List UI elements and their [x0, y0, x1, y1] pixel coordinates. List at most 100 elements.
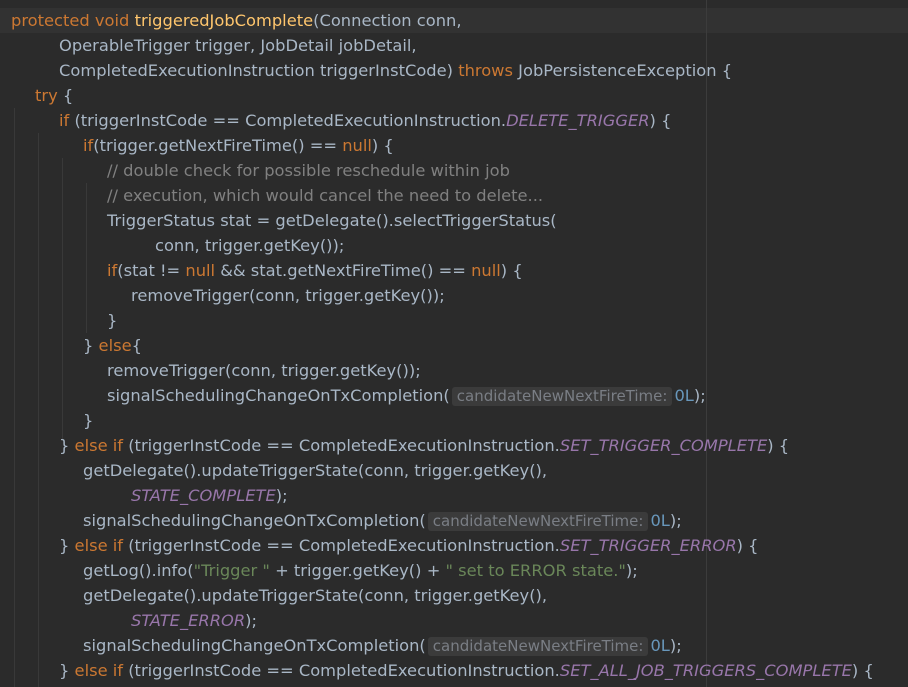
code-token: (triggerInstCode == CompletedExecutionIn…: [123, 436, 560, 455]
code-line[interactable]: } else if (triggerInstCode == CompletedE…: [59, 433, 789, 458]
code-token: }: [59, 661, 75, 680]
code-line[interactable]: removeTrigger(conn, trigger.getKey());: [131, 283, 445, 308]
code-token: ) {: [371, 136, 394, 155]
code-token: );: [669, 511, 682, 530]
code-token: getDelegate().updateTriggerState(conn, t…: [83, 461, 548, 480]
code-token: ) {: [649, 111, 672, 130]
right-margin-guide: [706, 0, 707, 687]
code-token: throws: [458, 61, 513, 80]
code-token: ) {: [500, 261, 523, 280]
code-token: removeTrigger(conn, trigger.getKey());: [131, 286, 445, 305]
code-line[interactable]: signalSchedulingChangeOnTxCompletion(can…: [83, 633, 682, 658]
code-token: STATE_COMPLETE: [131, 486, 276, 505]
indent-guide: [86, 183, 87, 333]
code-token: else if: [74, 436, 124, 455]
code-token: "Trigger ": [193, 561, 270, 580]
code-line[interactable]: if(trigger.getNextFireTime() == null) {: [83, 133, 394, 158]
code-token: SET_ALL_JOB_TRIGGERS_COMPLETE: [559, 661, 852, 680]
code-line[interactable]: } else{: [83, 333, 142, 358]
code-line[interactable]: OperableTrigger trigger, JobDetail jobDe…: [59, 33, 417, 58]
code-token: ) {: [851, 661, 874, 680]
code-line[interactable]: STATE_COMPLETE);: [131, 483, 288, 508]
parameter-hint: candidateNewNextFireTime:: [451, 387, 673, 406]
code-token: DELETE_TRIGGER: [506, 111, 650, 130]
code-token: 0L: [674, 386, 694, 405]
code-token: (triggerInstCode == CompletedExecutionIn…: [123, 661, 560, 680]
code-line[interactable]: CompletedExecutionInstruction triggerIns…: [59, 58, 732, 83]
code-token: && stat.getNextFireTime() ==: [215, 261, 472, 280]
code-token: }: [83, 336, 99, 355]
code-line[interactable]: try {: [35, 83, 73, 108]
code-token: else if: [74, 536, 124, 555]
code-token: protected: [11, 11, 90, 30]
code-token: SET_TRIGGER_COMPLETE: [559, 436, 768, 455]
code-token: (triggerInstCode == CompletedExecutionIn…: [123, 536, 560, 555]
code-line[interactable]: signalSchedulingChangeOnTxCompletion(can…: [83, 508, 682, 533]
code-token: // double check for possible reschedule …: [107, 161, 510, 180]
code-line[interactable]: removeTrigger(conn, trigger.getKey());: [107, 358, 421, 383]
code-token: null: [185, 261, 216, 280]
code-token: else if: [74, 661, 124, 680]
code-token: signalSchedulingChangeOnTxCompletion(: [83, 636, 426, 655]
code-line[interactable]: if (triggerInstCode == CompletedExecutio…: [59, 108, 671, 133]
code-token: (triggerInstCode == CompletedExecutionIn…: [69, 111, 507, 130]
code-line[interactable]: // execution, which would cancel the nee…: [107, 183, 543, 208]
code-line[interactable]: // double check for possible reschedule …: [107, 158, 510, 183]
code-token: }: [59, 536, 75, 555]
code-token: );: [625, 561, 638, 580]
parameter-hint: candidateNewNextFireTime:: [427, 512, 649, 531]
code-token: else: [98, 336, 132, 355]
indent-guide: [14, 108, 15, 687]
code-token: " set to ERROR state.": [445, 561, 626, 580]
code-token: void: [94, 11, 130, 30]
parameter-hint: candidateNewNextFireTime:: [427, 637, 649, 656]
code-line[interactable]: if(stat != null && stat.getNextFireTime(…: [107, 258, 523, 283]
code-token: );: [669, 636, 682, 655]
code-token: }: [59, 436, 75, 455]
code-token: conn, trigger.getKey());: [155, 236, 345, 255]
code-token: getDelegate().updateTriggerState(conn, t…: [83, 586, 548, 605]
code-token: getLog().info(: [83, 561, 194, 580]
code-token: null: [471, 261, 501, 280]
code-token: );: [275, 486, 288, 505]
code-token: (stat !=: [117, 261, 186, 280]
indent-guide: [62, 158, 63, 439]
code-line[interactable]: signalSchedulingChangeOnTxCompletion(can…: [107, 383, 706, 408]
code-token: removeTrigger(conn, trigger.getKey());: [107, 361, 421, 380]
code-token: ) {: [736, 536, 759, 555]
code-token: }: [107, 311, 118, 330]
code-token: JobPersistenceException {: [513, 61, 733, 80]
code-line[interactable]: } else if (triggerInstCode == CompletedE…: [59, 658, 874, 683]
code-line[interactable]: }: [83, 408, 93, 433]
code-line[interactable]: getDelegate().updateTriggerState(conn, t…: [83, 583, 547, 608]
code-line[interactable]: }: [107, 308, 117, 333]
code-token: signalSchedulingChangeOnTxCompletion(: [107, 386, 450, 405]
code-token: triggeredJobComplete: [134, 11, 314, 30]
code-token: STATE_ERROR: [131, 611, 246, 630]
code-line[interactable]: getDelegate().updateTriggerState(conn, t…: [83, 458, 547, 483]
code-token: }: [83, 411, 94, 430]
code-token: ) {: [767, 436, 790, 455]
code-token: 0L: [650, 511, 670, 530]
code-token: if: [83, 136, 94, 155]
code-line[interactable]: getLog().info("Trigger " + trigger.getKe…: [83, 558, 638, 583]
code-token: if: [107, 261, 118, 280]
code-token: // execution, which would cancel the nee…: [107, 186, 544, 205]
code-token: signalSchedulingChangeOnTxCompletion(: [83, 511, 426, 530]
code-editor[interactable]: protected void triggeredJobComplete(Conn…: [0, 0, 908, 687]
code-token: 0L: [650, 636, 670, 655]
code-line[interactable]: STATE_ERROR);: [131, 608, 257, 633]
code-token: + trigger.getKey() +: [269, 561, 446, 580]
code-line[interactable]: } else if (triggerInstCode == CompletedE…: [59, 533, 759, 558]
code-token: );: [693, 386, 706, 405]
code-token: (Connection conn,: [313, 11, 462, 30]
code-line[interactable]: TriggerStatus stat = getDelegate().selec…: [107, 208, 557, 233]
code-token: (trigger.getNextFireTime() ==: [93, 136, 343, 155]
code-token: if: [59, 111, 70, 130]
code-line[interactable]: protected void triggeredJobComplete(Conn…: [11, 8, 462, 33]
code-token: OperableTrigger trigger, JobDetail jobDe…: [59, 36, 417, 55]
code-token: );: [245, 611, 257, 630]
code-token: try: [35, 86, 58, 105]
code-line[interactable]: conn, trigger.getKey());: [155, 233, 344, 258]
code-token: CompletedExecutionInstruction triggerIns…: [59, 61, 459, 80]
